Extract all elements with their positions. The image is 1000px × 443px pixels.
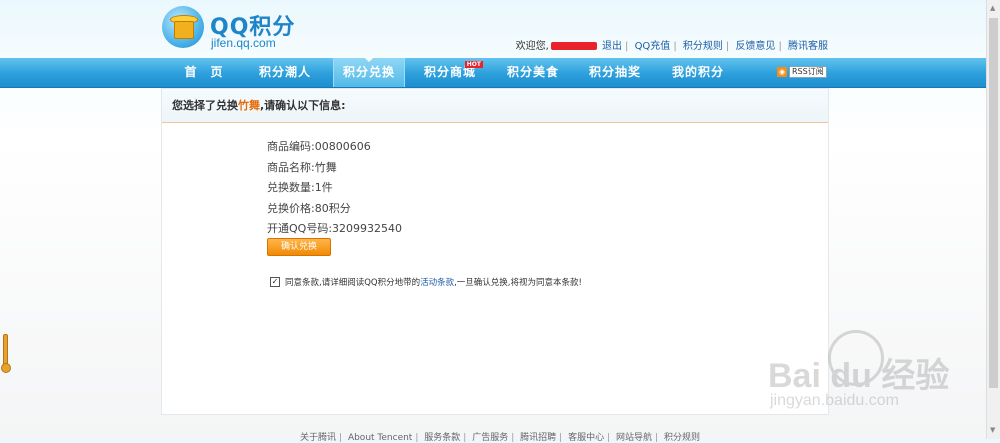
product-code-row: 商品编码:00800606 <box>267 140 371 153</box>
footer-ads[interactable]: 广告服务 <box>472 433 508 443</box>
footer-jobs[interactable]: 腾讯招聘 <box>520 433 556 443</box>
nav-lottery[interactable]: 积分抽奖 <box>580 58 650 87</box>
nav-home[interactable]: 首 页 <box>169 58 239 87</box>
confirm-panel: 您选择了兑换竹舞,请确认以下信息: 商品编码:00800606 商品名称:竹舞 … <box>161 88 829 415</box>
confirm-exchange-button[interactable]: 确认兑换 <box>267 238 331 256</box>
site-header: QQ积分 jifen.qq.com 欢迎您, 退出 | QQ充值 | 积分规则 | 反… <box>0 0 1000 58</box>
nav-exchange[interactable]: 积分兑换 <box>333 58 405 87</box>
rss-label: RSS订阅 <box>789 66 827 78</box>
scroll-thumb[interactable] <box>989 18 998 388</box>
customer-service-link[interactable]: 腾讯客服 <box>788 41 828 52</box>
rss-icon: ◉ <box>777 67 787 77</box>
quantity-row: 兑换数量:1件 <box>267 181 333 194</box>
selected-item-name: 竹舞 <box>238 99 260 112</box>
site-logo[interactable]: QQ积分 jifen.qq.com <box>162 6 312 52</box>
footer-about[interactable]: 关于腾讯 <box>300 433 336 443</box>
terms-agreement: ✓ 同意条款,请详细阅读QQ积分地带的活动条款,一旦确认兑换,将视为同意本条款! <box>270 276 582 288</box>
activity-terms-link[interactable]: 活动条款 <box>420 278 454 288</box>
thermometer-icon <box>1 334 11 374</box>
footer-service[interactable]: 客服中心 <box>568 433 604 443</box>
footer-about-en[interactable]: About Tencent <box>348 433 412 443</box>
footer-sitemap[interactable]: 网站导航 <box>616 433 652 443</box>
points-rules-link[interactable]: 积分规则 <box>683 41 723 52</box>
logo-url: jifen.qq.com <box>211 36 276 50</box>
nav-my-points[interactable]: 我的积分 <box>663 58 733 87</box>
nav-food[interactable]: 积分美食 <box>498 58 568 87</box>
welcome-text: 欢迎您, <box>515 41 549 52</box>
feedback-link[interactable]: 反馈意见 <box>735 41 775 52</box>
footer-links: 关于腾讯 | About Tencent | 服务条款 | 广告服务 | 腾讯招聘 | 客… <box>300 433 700 443</box>
gift-logo-icon <box>162 6 204 48</box>
panel-title: 您选择了兑换竹舞,请确认以下信息: <box>162 89 828 123</box>
footer-terms[interactable]: 服务条款 <box>424 433 460 443</box>
agree-checkbox[interactable]: ✓ <box>270 276 280 287</box>
logout-link[interactable]: 退出 <box>602 41 622 52</box>
footer-rules[interactable]: 积分规则 <box>664 433 700 443</box>
nav-mall[interactable]: 积分商城 HOT <box>415 58 485 87</box>
watermark-brand: Bai du 经验 <box>768 357 950 395</box>
nav-trendsetters[interactable]: 积分潮人 <box>250 58 320 87</box>
qq-recharge-link[interactable]: QQ充值 <box>635 41 671 52</box>
main-nav: 首 页 积分潮人 积分兑换 积分商城 HOT 积分美食 积分抽奖 我的积分 <box>0 58 1000 88</box>
exchange-info: 商品编码:00800606 商品名称:竹舞 兑换数量:1件 兑换价格:80积分 … <box>267 137 402 240</box>
top-links: 欢迎您, 退出 | QQ充值 | 积分规则 | 反馈意见 | 腾讯客服 <box>515 41 828 52</box>
rss-subscribe[interactable]: ◉ RSS订阅 <box>777 66 827 78</box>
baidu-jingyan-watermark: Bai du 经验 jingyan.baidu.com <box>768 328 988 418</box>
redacted-username <box>550 42 597 50</box>
scroll-down-icon[interactable]: ▼ <box>990 425 995 435</box>
product-name-row: 商品名称:竹舞 <box>267 160 337 174</box>
watermark-url: jingyan.baidu.com <box>770 392 899 409</box>
qq-number-row: 开通QQ号码:3209932540 <box>267 222 403 235</box>
vertical-scrollbar[interactable]: ▲ ▼ <box>986 0 1000 439</box>
scroll-up-icon[interactable]: ▲ <box>990 3 995 13</box>
hot-badge: HOT <box>464 61 483 68</box>
price-row: 兑换价格:80积分 <box>267 201 351 215</box>
